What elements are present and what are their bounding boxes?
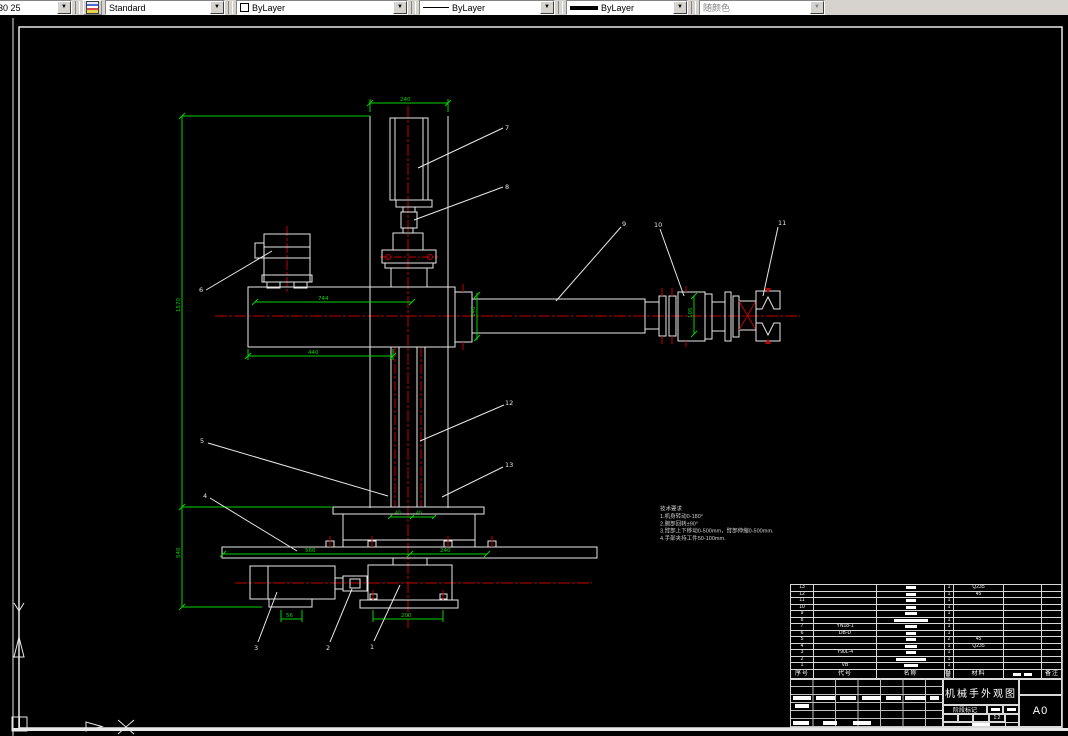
dim-arm-height: 140 [471, 306, 477, 317]
balloon-6: 6 [199, 286, 203, 294]
dim-col-right: 40 [416, 510, 422, 516]
leader-lines [205, 127, 779, 643]
dim-col-left: 40 [395, 510, 401, 516]
wrist-motor [254, 233, 313, 289]
chevron-down-icon[interactable]: ▼ [57, 1, 71, 14]
chevron-down-icon[interactable]: ▼ [673, 1, 687, 14]
chevron-down-icon[interactable]: ▼ [540, 1, 554, 14]
balloon-7: 7 [505, 124, 509, 132]
layers-icon [86, 1, 99, 14]
balloon-5: 5 [200, 437, 204, 445]
toolbar-separator [691, 1, 696, 14]
column-cylinder [369, 116, 449, 508]
dim-plate-right: 240 [440, 548, 451, 554]
dim-cyl-width: 240 [400, 97, 411, 103]
dim-arm-bottom: 440 [308, 350, 319, 356]
color-value: ByLayer [252, 2, 286, 13]
chevron-down-icon[interactable]: ▼ [393, 1, 407, 14]
stage-mark-label: 阶段标记 [943, 705, 987, 714]
notes-line: 2.腕部回转±90° [660, 521, 699, 528]
dim-wrist: 105 [688, 307, 694, 318]
balloon-1: 1 [370, 643, 374, 651]
lineweight-value: ByLayer [601, 2, 635, 13]
balloon-labels: 7 8 6 9 10 11 12 13 5 4 3 2 1 [199, 124, 786, 652]
layer-button[interactable] [83, 0, 102, 15]
lineweight-combo[interactable]: ByLayer ▼ [566, 0, 688, 15]
dim-base-height: 540 [176, 547, 182, 558]
dim-motor-foot: 56 [286, 613, 293, 619]
balloon-4: 4 [203, 492, 207, 500]
plot-style-value: 随颜色 [703, 3, 731, 13]
balloon-9: 9 [622, 220, 626, 228]
balloon-8: 8 [505, 183, 509, 191]
balloon-11: 11 [778, 219, 786, 227]
dimension-labels: 240 744 440 140 105 1570 540 40 40 560 2… [176, 97, 694, 619]
notes-line: 4.手部夹持工件50-100mm. [660, 536, 726, 542]
notes-line: 3.臂部上下移动0-500mm，臂部伸缩0-500mm. [660, 529, 774, 535]
balloon-13: 13 [505, 461, 513, 469]
linetype-icon [423, 7, 449, 8]
text-style-value: Standard [109, 2, 146, 13]
dim-style-value: 30 25 [0, 2, 21, 13]
dimensions [178, 99, 698, 622]
text-style-combo[interactable]: Standard ▼ [105, 0, 225, 15]
title-block-right: 机械手外观图 阶段标记 1:2 A0 [942, 679, 1062, 727]
base-assembly [221, 506, 598, 609]
dim-arm-top: 744 [318, 296, 329, 302]
dim-style-combo[interactable]: 30 25 ▼ [0, 0, 72, 15]
ucs-icon [11, 600, 135, 735]
dim-plate-left: 560 [305, 548, 316, 554]
title-block: 机械手外观图 阶段标记 1:2 A0 [790, 678, 1062, 728]
toolbar-separator [411, 1, 416, 14]
dim-total-height: 1570 [176, 298, 182, 312]
balloon-12: 12 [505, 399, 513, 407]
chevron-down-icon: ▼ [810, 1, 824, 14]
chevron-down-icon[interactable]: ▼ [210, 1, 224, 14]
arm-assembly [247, 284, 740, 350]
balloon-3: 3 [254, 644, 258, 652]
color-combo[interactable]: ByLayer ▼ [236, 0, 408, 15]
lineweight-icon [570, 5, 598, 10]
notes-line: 1.机身转动0-180° [660, 514, 704, 520]
sheet-size: A0 [1019, 695, 1062, 727]
linetype-combo[interactable]: ByLayer ▼ [419, 0, 555, 15]
plot-style-combo: 随颜色 ▼ [699, 0, 825, 15]
toolbar-separator [558, 1, 563, 14]
notes-title: 技术要求 [660, 506, 683, 513]
technical-notes: 技术要求 1.机身转动0-180° 2.腕部回转±90° 3.臂部上下移动0-5… [660, 506, 773, 543]
parts-table: 13 1 Q235 12 1 45 11 1 10 1 91 81 7 YN18-1 1 6 DB… [790, 584, 1062, 680]
dim-gear-base: 200 [401, 613, 412, 619]
scale-value: 1:2 [989, 714, 1005, 722]
top-toolbar: 30 25 ▼ Standard ▼ ByLayer ▼ ByLayer ▼ B… [0, 0, 1068, 15]
toolbar-separator [75, 1, 80, 14]
balloon-2: 2 [326, 644, 330, 652]
color-swatch-icon [240, 3, 249, 12]
balloon-10: 10 [654, 221, 662, 229]
title-block-signature-grid [791, 679, 942, 727]
drawing-title: 机械手外观图 [943, 679, 1019, 705]
toolbar-separator [228, 1, 233, 14]
linetype-value: ByLayer [452, 2, 486, 13]
